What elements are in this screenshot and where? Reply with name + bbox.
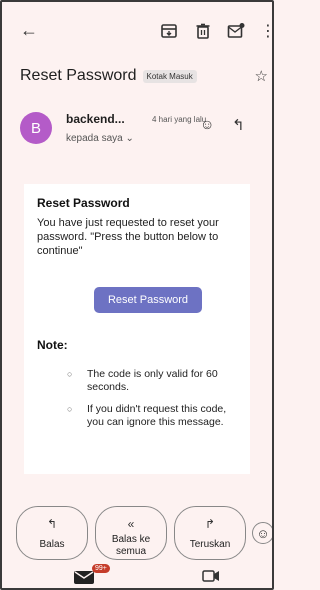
list-item: ○ If you didn't request this code, you c… xyxy=(37,403,243,429)
reset-password-button[interactable]: Reset Password xyxy=(94,287,202,313)
recipient-details[interactable]: kepada saya ⌄ xyxy=(66,133,134,144)
reply-all-label: Balas ke semua xyxy=(111,534,151,557)
sender-name[interactable]: backend... xyxy=(66,112,125,126)
trash-icon[interactable] xyxy=(194,22,212,40)
sender-row: B backend... 4 hari yang lalu kepada say… xyxy=(20,110,272,150)
reply-all-icon: « xyxy=(127,517,135,531)
archive-icon[interactable] xyxy=(160,22,178,40)
note-heading: Note: xyxy=(37,338,68,352)
reply-actions: ↰ Balas « Balas ke semua ↱ Teruskan ☺ xyxy=(2,506,272,562)
bullet-icon: ○ xyxy=(67,404,73,414)
note-list: ○ The code is only valid for 60 seconds.… xyxy=(37,368,243,438)
bottom-nav: 99+ xyxy=(2,562,272,588)
reply-button[interactable]: ↰ Balas xyxy=(16,506,88,560)
sender-avatar[interactable]: B xyxy=(20,112,52,144)
bullet-icon: ○ xyxy=(67,369,73,379)
message-more-icon[interactable]: ⋮ xyxy=(268,116,272,133)
video-meet-icon[interactable] xyxy=(202,569,220,583)
add-reaction-icon[interactable]: ☺ xyxy=(200,116,214,132)
email-body-card: Reset Password You have just requested t… xyxy=(24,184,250,474)
reply-icon[interactable]: ↰ xyxy=(232,116,245,134)
note-text: The code is only valid for 60 seconds. xyxy=(87,368,218,393)
unread-count-badge: 99+ xyxy=(92,564,110,573)
top-toolbar: ← ⋮ xyxy=(2,16,272,46)
mark-unread-icon[interactable] xyxy=(227,22,245,40)
forward-button[interactable]: ↱ Teruskan xyxy=(174,506,246,560)
more-vert-icon[interactable]: ⋮ xyxy=(260,21,272,41)
list-item: ○ The code is only valid for 60 seconds. xyxy=(37,368,243,394)
emoji-reaction-button[interactable]: ☺ xyxy=(252,522,272,544)
reply-all-button[interactable]: « Balas ke semua xyxy=(95,506,167,560)
email-body-text: You have just requested to reset your pa… xyxy=(37,217,219,257)
back-arrow-icon[interactable]: ← xyxy=(20,20,38,41)
reply-label: Balas xyxy=(39,539,65,550)
email-screen: ← ⋮ Reset Password Kotak Masuk ☆ B backe… xyxy=(0,0,274,590)
forward-icon: ↱ xyxy=(204,517,216,531)
note-text: If you didn't request this code, you can… xyxy=(87,403,227,428)
reply-icon: ↰ xyxy=(46,517,58,531)
star-icon[interactable]: ☆ xyxy=(255,67,268,85)
email-heading: Reset Password xyxy=(37,196,130,210)
email-subject: Reset Password xyxy=(20,67,137,84)
forward-label: Teruskan xyxy=(189,539,231,550)
inbox-label-chip[interactable]: Kotak Masuk xyxy=(142,69,197,83)
subject-row: Reset Password Kotak Masuk ☆ xyxy=(20,64,272,88)
sent-time: 4 hari yang lalu xyxy=(152,115,207,124)
